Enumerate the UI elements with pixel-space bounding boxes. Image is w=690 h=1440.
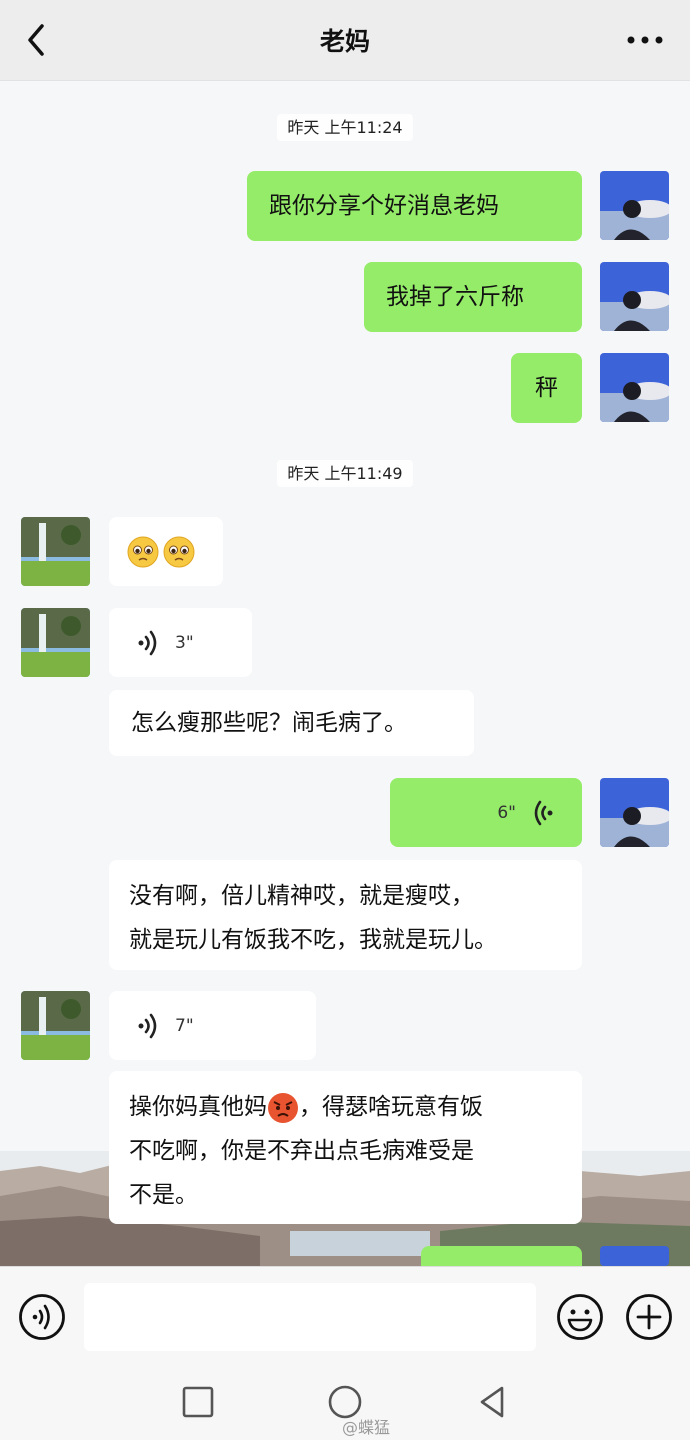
message-line: 不吃啊，你是不弃出点毛病难受是	[129, 1138, 474, 1164]
watermark: @蝶猛	[341, 1418, 390, 1437]
my-avatar[interactable]	[600, 778, 669, 847]
voice-message-received[interactable]: 3"	[109, 608, 252, 677]
voice-message-received[interactable]: 7"	[109, 991, 316, 1060]
message-bubble-received[interactable]: 操你妈真他妈 ，得瑟啥玩意有饭 不吃啊，你是不弃出点毛病难受是 不是。	[109, 1071, 582, 1224]
voice-mode-button[interactable]	[18, 1293, 66, 1341]
my-avatar[interactable]	[600, 353, 669, 422]
chat-area[interactable]: 昨天 上午11:24 跟你分享个好消息老妈 我掉了六斤称 秤 昨天 上午11:4…	[0, 81, 690, 1266]
input-bar	[0, 1266, 690, 1367]
message-text: ，得瑟啥玩意有饭	[299, 1094, 483, 1120]
nav-back-button[interactable]	[470, 1380, 514, 1424]
smiley-icon	[557, 1294, 603, 1340]
chat-title: 老妈	[319, 27, 370, 56]
avatar-image-sky	[600, 353, 669, 422]
voice-mode-icon	[19, 1294, 65, 1340]
emoji-button[interactable]	[556, 1293, 604, 1341]
message-text: 操你妈真他妈	[129, 1094, 267, 1120]
voice-wave-icon	[534, 800, 553, 825]
voice-wave-icon	[138, 1013, 157, 1038]
my-avatar[interactable]	[600, 262, 669, 331]
voice-message-sent[interactable]: 6"	[390, 778, 582, 847]
message-bubble-sent[interactable]: 我掉了六斤称	[364, 262, 582, 332]
avatar-image-sky	[600, 1246, 669, 1266]
avatar-image-waterfall	[21, 991, 90, 1060]
voice-duration: 6"	[497, 802, 516, 823]
more-dots-icon	[627, 36, 663, 44]
triangle-back-icon	[480, 1386, 504, 1418]
message-bubble-sent[interactable]: 秤	[511, 353, 582, 423]
angry-face-icon	[268, 1092, 298, 1123]
avatar-image-sky	[600, 778, 669, 847]
plus-icon	[626, 1294, 672, 1340]
message-bubble-received[interactable]: 怎么瘦那些呢？闹毛病了。	[109, 690, 474, 756]
contact-avatar[interactable]	[21, 991, 90, 1060]
back-button[interactable]	[18, 18, 58, 62]
chevron-left-icon	[28, 24, 44, 56]
message-bubble-sent[interactable]: 跟你分享个好消息老妈	[247, 171, 582, 241]
voice-wave-icon	[138, 630, 157, 655]
message-bubble-received[interactable]	[109, 517, 223, 586]
square-recents-icon	[182, 1386, 214, 1418]
contact-avatar[interactable]	[21, 608, 90, 677]
voice-duration: 7"	[175, 1015, 194, 1036]
avatar-image-waterfall	[21, 608, 90, 677]
message-input[interactable]	[84, 1283, 536, 1351]
my-avatar[interactable]	[600, 171, 669, 240]
voice-duration: 3"	[175, 632, 194, 653]
message-line: 不是。	[129, 1182, 198, 1208]
avatar-image-sky	[600, 171, 669, 240]
chat-header: 老妈	[0, 0, 690, 81]
message-bubble-sent-partial[interactable]	[421, 1246, 582, 1266]
timestamp: 昨天 上午11:24	[0, 114, 690, 141]
contact-avatar[interactable]	[21, 517, 90, 586]
pleading-face-icon	[163, 536, 195, 567]
more-button[interactable]	[620, 22, 670, 58]
avatar-image-waterfall	[21, 517, 90, 586]
message-bubble-received[interactable]: 没有啊，倍儿精神哎，就是瘦哎， 就是玩儿有饭我不吃，我就是玩儿。	[109, 860, 582, 970]
my-avatar[interactable]	[600, 1246, 669, 1266]
plus-button[interactable]	[625, 1293, 673, 1341]
system-nav-bar: @蝶猛	[0, 1366, 690, 1440]
recents-button[interactable]	[176, 1380, 220, 1424]
timestamp: 昨天 上午11:49	[0, 460, 690, 487]
avatar-image-sky	[600, 262, 669, 331]
message-line: 就是玩儿有饭我不吃，我就是玩儿。	[129, 927, 497, 953]
pleading-face-icon	[127, 536, 159, 567]
message-line: 没有啊，倍儿精神哎，就是瘦哎，	[129, 883, 474, 909]
